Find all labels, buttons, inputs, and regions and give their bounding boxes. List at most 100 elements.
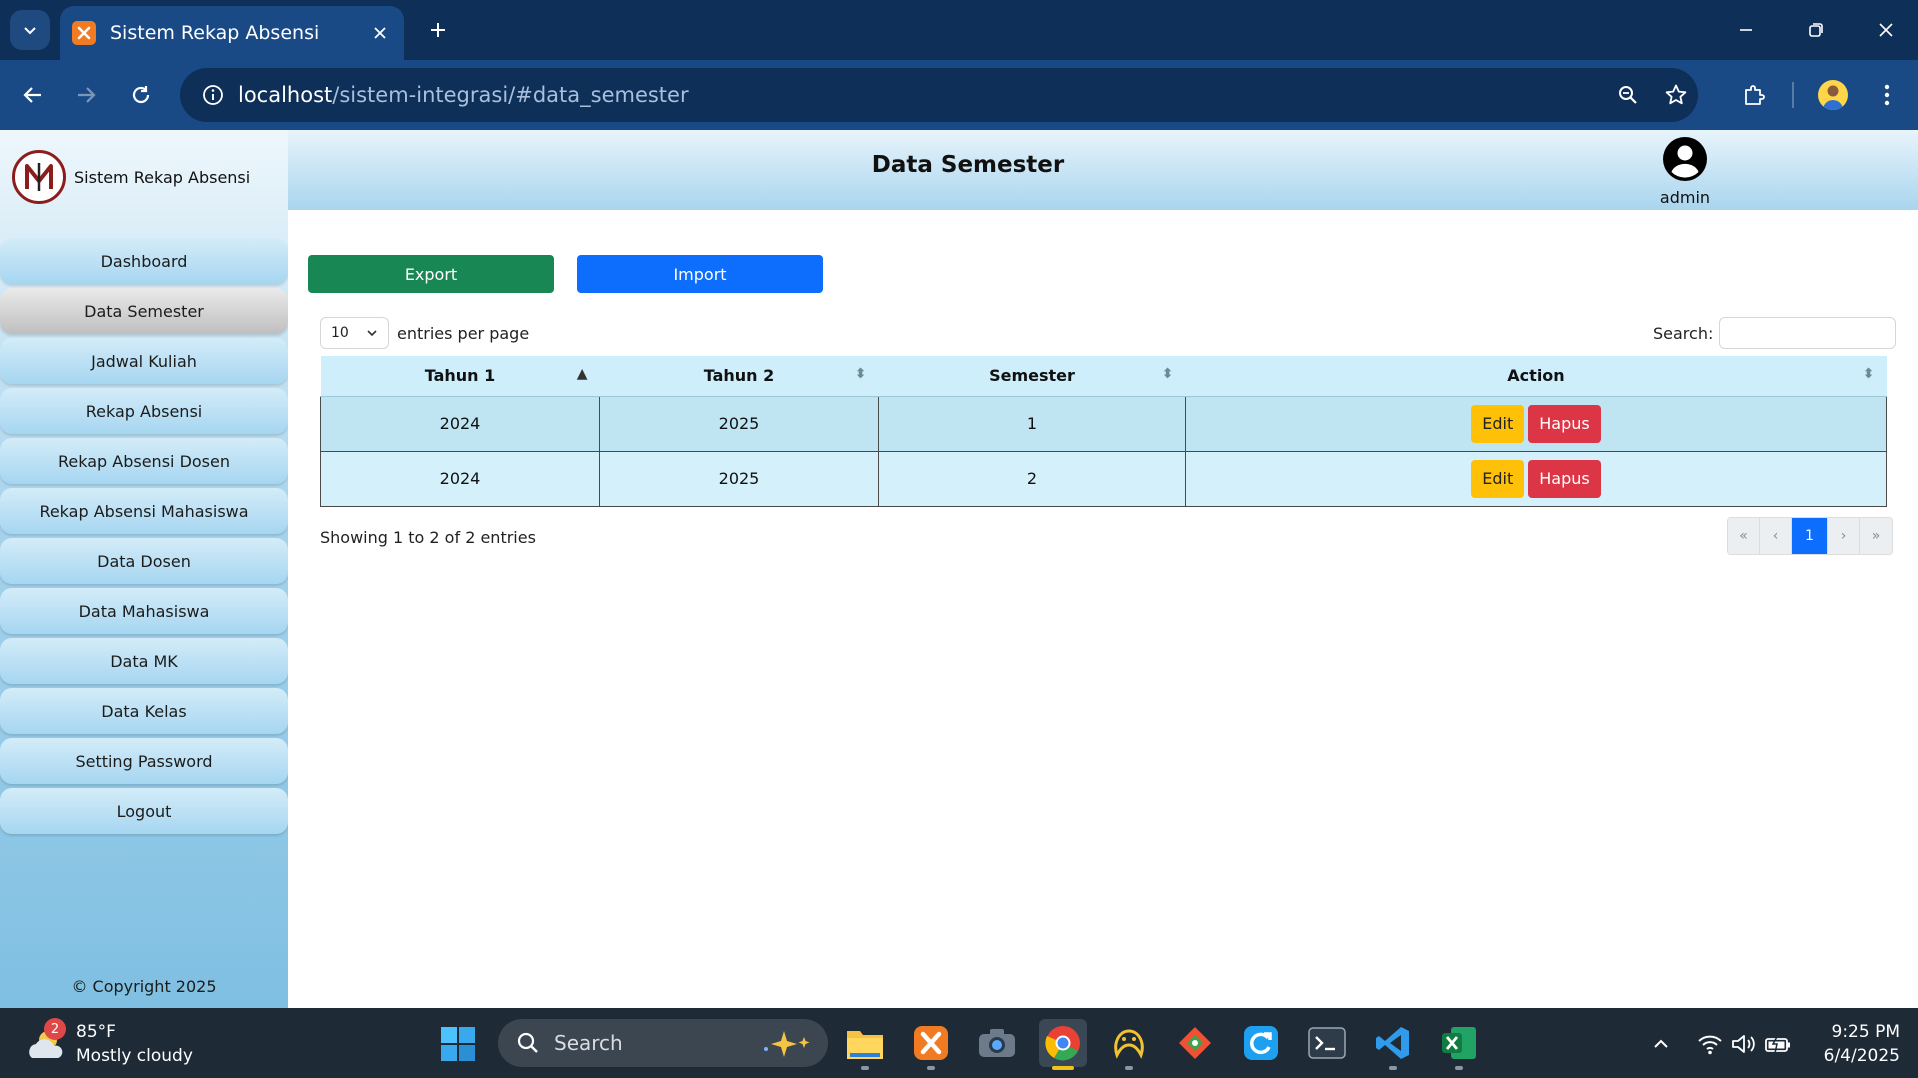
column-header-label: Tahun 1: [424, 366, 496, 386]
git-gui-icon[interactable]: [1171, 1019, 1219, 1067]
tab-search-button[interactable]: [10, 10, 50, 50]
page-header: Data Semester admin: [288, 130, 1918, 210]
page-title: Data Semester: [871, 152, 1065, 178]
close-icon: [1879, 23, 1893, 37]
browser-menu-button[interactable]: [1867, 75, 1907, 115]
weather-temperature: 85°F: [76, 1022, 116, 1042]
column-header-action[interactable]: Action ⬍: [1185, 356, 1887, 397]
arrow-left-icon: [23, 87, 41, 103]
pagination-prev[interactable]: ‹: [1760, 518, 1792, 554]
user-menu[interactable]: admin: [1635, 136, 1735, 207]
pagination-page-1[interactable]: 1: [1792, 518, 1828, 554]
column-header-tahun-1[interactable]: Tahun 1 ▲: [320, 356, 600, 397]
sidebar-item-logout[interactable]: Logout: [0, 788, 288, 834]
minimize-icon: [1740, 29, 1752, 31]
profile-button[interactable]: [1813, 75, 1853, 115]
sort-asc-icon: ▲: [576, 366, 588, 382]
zoom-icon[interactable]: [1608, 75, 1648, 115]
sparkle-icon: [764, 1031, 810, 1057]
sidebar-item-data-kelas[interactable]: Data Kelas: [0, 688, 288, 734]
sidebar-item-dashboard[interactable]: Dashboard: [0, 238, 288, 284]
column-header-tahun-2[interactable]: Tahun 2 ⬍: [599, 356, 879, 397]
delete-button[interactable]: Hapus: [1528, 459, 1601, 498]
arrow-right-icon: [78, 87, 96, 103]
entries-info: Showing 1 to 2 of 2 entries: [320, 528, 536, 547]
back-button[interactable]: [13, 75, 53, 115]
restore-button[interactable]: [1794, 8, 1838, 52]
chevron-down-icon: [24, 27, 36, 35]
delete-button[interactable]: Hapus: [1528, 404, 1601, 443]
sidebar-item-rekap-absensi[interactable]: Rekap Absensi: [0, 388, 288, 434]
copyright: © Copyright 2025: [71, 977, 217, 996]
bookmark-star-icon[interactable]: [1656, 75, 1696, 115]
weather-condition: Mostly cloudy: [76, 1046, 193, 1066]
xampp-favicon-icon: [72, 21, 96, 45]
edit-button[interactable]: Edit: [1471, 459, 1525, 498]
minimize-button[interactable]: [1724, 8, 1768, 52]
sync-app-icon[interactable]: [1237, 1019, 1285, 1067]
chevron-down-icon: [367, 330, 377, 337]
wifi-icon[interactable]: [1694, 1030, 1726, 1058]
column-header-semester[interactable]: Semester ⬍: [878, 356, 1186, 397]
extensions-button[interactable]: [1734, 75, 1774, 115]
sidebar-item-data-dosen[interactable]: Data Dosen: [0, 538, 288, 584]
tab-title: Sistem Rekap Absensi: [110, 22, 320, 44]
sidebar-item-data-mk[interactable]: Data MK: [0, 638, 288, 684]
url-host: localhost: [238, 83, 333, 107]
address-bar[interactable]: localhost/sistem-integrasi/#data_semeste…: [180, 68, 1698, 122]
camera-icon[interactable]: [973, 1019, 1021, 1067]
toolbar-separator: [1792, 82, 1794, 108]
terminal-icon[interactable]: [1303, 1019, 1351, 1067]
cell-tahun-1: 2024: [320, 395, 600, 452]
sidebar-item-setting-password[interactable]: Setting Password: [0, 738, 288, 784]
taskbar-search-label: Search: [554, 1031, 623, 1055]
sidebar-item-rekap-absensi-dosen[interactable]: Rekap Absensi Dosen: [0, 438, 288, 484]
url-path: /sistem-integrasi/#data_semester: [332, 83, 689, 107]
sidebar-item-jadwal-kuliah[interactable]: Jadwal Kuliah: [0, 338, 288, 384]
sidebar: Sistem Rekap Absensi Dashboard Data Seme…: [0, 130, 288, 1008]
volume-icon[interactable]: [1728, 1030, 1760, 1058]
tab-close-button[interactable]: [364, 17, 396, 49]
close-window-button[interactable]: [1864, 8, 1908, 52]
new-tab-button[interactable]: [418, 12, 458, 48]
entries-per-page-select[interactable]: 10: [320, 317, 389, 349]
system-clock[interactable]: 9:25 PM 6/4/2025: [1800, 1020, 1900, 1068]
sidebar-item-data-semester[interactable]: Data Semester: [0, 288, 288, 334]
navicat-icon[interactable]: [1105, 1019, 1153, 1070]
cell-tahun-2: 2025: [599, 450, 879, 507]
chevron-up-icon: [1654, 1039, 1668, 1048]
export-button[interactable]: Export: [308, 255, 554, 293]
column-header-label: Tahun 2: [703, 366, 775, 386]
file-explorer-icon[interactable]: [841, 1019, 889, 1070]
plus-icon: [431, 23, 445, 37]
taskbar-search[interactable]: Search: [498, 1019, 828, 1067]
site-info-icon[interactable]: [188, 68, 238, 122]
xampp-icon[interactable]: [907, 1019, 955, 1070]
forward-button[interactable]: [66, 75, 106, 115]
chrome-icon[interactable]: [1039, 1019, 1087, 1070]
pagination: « ‹ 1 › »: [1727, 517, 1893, 555]
pagination-last[interactable]: »: [1860, 518, 1892, 554]
browser-tab[interactable]: Sistem Rekap Absensi: [60, 6, 404, 60]
vscode-icon[interactable]: [1369, 1019, 1417, 1070]
table-header-row: Tahun 1 ▲ Tahun 2 ⬍ Semester ⬍ Action ⬍: [320, 356, 1887, 397]
battery-icon[interactable]: [1762, 1030, 1794, 1058]
url-text: localhost/sistem-integrasi/#data_semeste…: [238, 83, 689, 107]
brand-name: Sistem Rekap Absensi: [74, 167, 251, 187]
search-input[interactable]: [1719, 317, 1897, 349]
pagination-first[interactable]: «: [1728, 518, 1760, 554]
pagination-next[interactable]: ›: [1828, 518, 1860, 554]
sidebar-item-rekap-absensi-mahasiswa[interactable]: Rekap Absensi Mahasiswa: [0, 488, 288, 534]
entries-control: 10 entries per page: [320, 317, 529, 349]
import-button[interactable]: Import: [577, 255, 823, 293]
weather-widget[interactable]: 2 85°F Mostly cloudy: [24, 1018, 193, 1068]
sidebar-item-data-mahasiswa[interactable]: Data Mahasiswa: [0, 588, 288, 634]
start-button[interactable]: [440, 1026, 476, 1066]
taskbar: 2 85°F Mostly cloudy Search 9:25 PM 6/4/…: [0, 1008, 1918, 1078]
clock-date: 6/4/2025: [1823, 1046, 1900, 1066]
show-hidden-icons-button[interactable]: [1645, 1030, 1677, 1058]
reload-button[interactable]: [121, 75, 161, 115]
edit-button[interactable]: Edit: [1471, 404, 1525, 443]
semester-table: Tahun 1 ▲ Tahun 2 ⬍ Semester ⬍ Action ⬍ 2024…: [320, 356, 1887, 507]
excel-icon[interactable]: [1435, 1019, 1483, 1070]
